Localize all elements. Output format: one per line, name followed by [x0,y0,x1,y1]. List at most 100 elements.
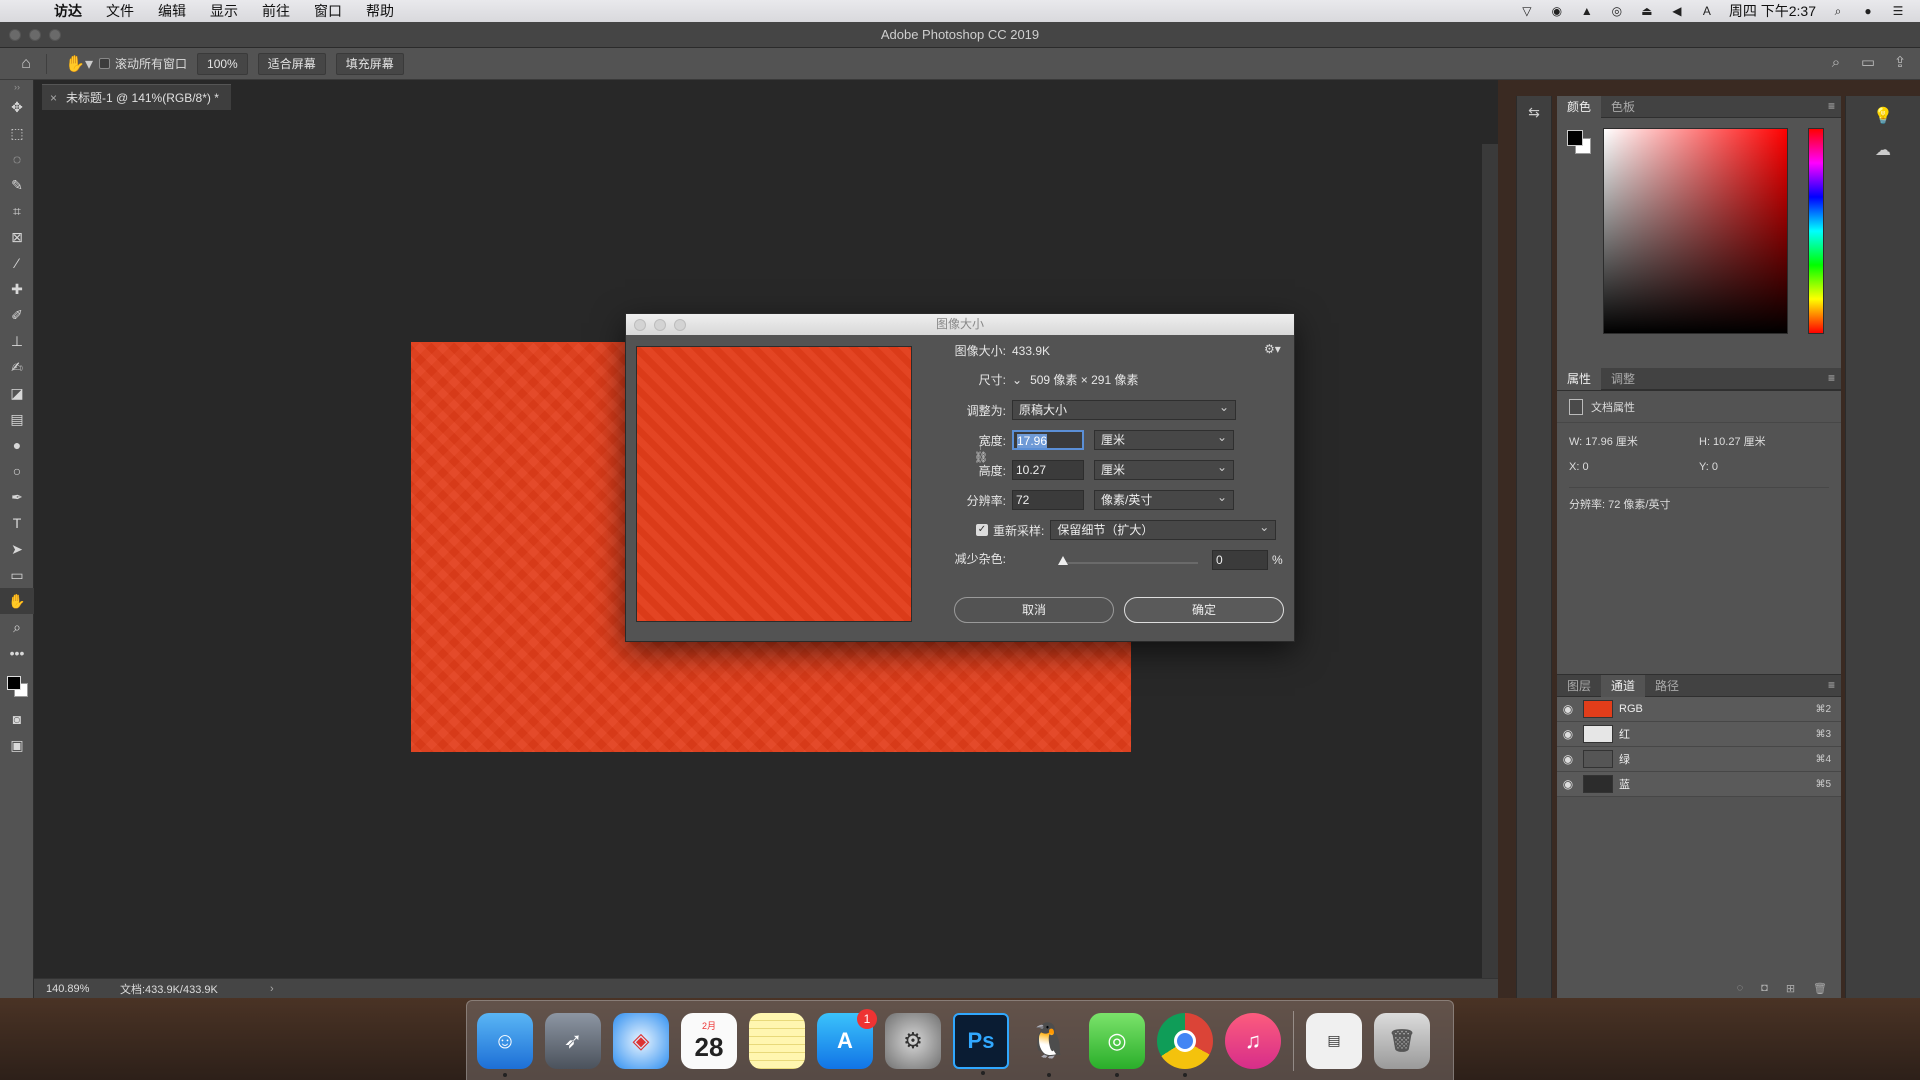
color-chips[interactable] [0,666,34,706]
menu-window[interactable]: 窗口 [302,1,354,21]
menu-clock[interactable]: 周四 下午2:37 [1729,1,1816,21]
eraser-tool-icon[interactable]: ◪ [0,380,34,406]
panel-foreground-chip[interactable] [1567,130,1583,146]
color-field[interactable] [1603,128,1788,334]
delete-channel-icon[interactable]: 🗑 [1813,982,1827,995]
panel-menu-icon[interactable]: ≡ [1828,99,1835,113]
volume-icon[interactable]: ◀ [1669,4,1685,18]
notification-center-icon[interactable]: ☰ [1890,4,1906,18]
launchpad-icon[interactable]: ➶ [545,1012,601,1069]
calendar-icon[interactable]: 2月 28 [681,1012,737,1069]
blur-tool-icon[interactable]: ● [0,432,34,458]
lasso-tool-icon[interactable]: ◌ [0,146,34,172]
menu-help[interactable]: 帮助 [354,1,406,21]
resample-select[interactable]: 保留细节（扩大） [1050,518,1277,540]
quick-mask-icon[interactable]: ◙ [0,706,34,732]
channel-row-blue[interactable]: ◉ 蓝 ⌘5 [1557,772,1841,797]
safari-icon[interactable]: ◈ [613,1012,669,1069]
downloads-stack-icon[interactable]: ▤ [1306,1012,1362,1069]
trash-icon[interactable]: 🗑 [1374,1012,1430,1069]
menu-go[interactable]: 前往 [250,1,302,21]
chrome-icon[interactable] [1157,1012,1213,1077]
reduce-noise-slider[interactable] [1058,556,1198,565]
document-tab[interactable]: × 未标题-1 @ 141%(RGB/8*) * [42,84,231,110]
resample-checkbox[interactable]: ✓ [976,524,988,536]
resolution-input[interactable]: 72 [1012,490,1084,510]
resolution-unit-select[interactable]: 像素/英寸 [1094,488,1234,510]
path-select-tool-icon[interactable]: ➤ [0,536,34,562]
image-preview[interactable] [636,346,912,622]
photoshop-icon[interactable]: Ps [953,1012,1009,1075]
pen-tool-icon[interactable]: ✒ [0,484,34,510]
width-input[interactable]: 17.96 [1012,430,1084,450]
type-tool-icon[interactable]: T [0,510,34,536]
channel-row-green[interactable]: ◉ 绿 ⌘4 [1557,747,1841,772]
cancel-button[interactable]: 取消 [954,597,1114,623]
status-zoom[interactable]: 140.89% [34,983,120,995]
visibility-eye-icon[interactable]: ◉ [1557,777,1579,791]
reduce-noise-input[interactable]: 0 [1212,550,1268,570]
siri-icon[interactable]: ● [1860,4,1876,18]
ok-button[interactable]: 确定 [1124,597,1284,623]
finder-icon[interactable]: ☺ [477,1012,533,1077]
workspace-icon[interactable]: ▭ [1858,53,1878,73]
new-channel-icon[interactable]: ⊞ [1786,982,1795,995]
qq-icon[interactable]: 🐧 [1021,1013,1077,1077]
stamp-tool-icon[interactable]: ⊥ [0,328,34,354]
tab-adjustments[interactable]: 调整 [1601,368,1645,390]
scroll-all-windows-checkbox[interactable] [99,58,110,69]
channel-row-red[interactable]: ◉ 红 ⌘3 [1557,722,1841,747]
panel-menu-icon[interactable]: ≡ [1828,371,1835,385]
zoom-window-button[interactable] [49,29,61,41]
dialog-minimize-button[interactable] [654,319,666,331]
frame-tool-icon[interactable]: ⊠ [0,224,34,250]
brush-tool-icon[interactable]: ✐ [0,302,34,328]
dimensions-dropdown-icon[interactable]: ⌄ [1012,373,1022,387]
tab-paths[interactable]: 路径 [1645,675,1689,697]
wechat-icon[interactable]: ◉ [1549,4,1565,18]
menu-finder[interactable]: 访达 [42,1,94,21]
tab-color[interactable]: 颜色 [1557,95,1602,118]
hue-slider[interactable] [1808,128,1824,334]
fill-screen-button[interactable]: 填充屏幕 [335,52,404,75]
toolbar-collapse-icon[interactable]: ›› [0,80,34,94]
notes-icon[interactable] [749,1012,805,1069]
tab-channels[interactable]: 通道 [1601,674,1646,697]
healing-brush-tool-icon[interactable]: ✚ [0,276,34,302]
menu-edit[interactable]: 编辑 [146,1,198,21]
channel-row-rgb[interactable]: ◉ RGB ⌘2 [1557,697,1841,722]
close-window-button[interactable] [9,29,21,41]
input-method-icon[interactable]: A [1699,4,1715,18]
zoom-tool-icon[interactable]: ⌕ [0,614,34,640]
visibility-eye-icon[interactable]: ◉ [1557,702,1579,716]
more-tools-icon[interactable]: ••• [0,640,34,666]
eject-icon[interactable]: ⏏ [1639,4,1655,18]
system-preferences-icon[interactable]: ⚙ [885,1012,941,1069]
eyedropper-tool-icon[interactable]: ⁄ [0,250,34,276]
dialog-zoom-button[interactable] [674,319,686,331]
history-brush-tool-icon[interactable]: ✍ [0,354,34,380]
spotlight-search-icon[interactable]: ⌕ [1830,4,1846,18]
history-panel-icon[interactable]: ⇆ [1524,104,1544,124]
hand-tool-icon[interactable]: ✋ [0,588,34,614]
tab-swatches[interactable]: 色板 [1601,96,1645,118]
tab-properties[interactable]: 属性 [1557,367,1602,390]
status-expand-icon[interactable]: › [270,983,274,995]
slider-knob[interactable] [1058,556,1068,565]
app-store-icon[interactable]: A1 [817,1008,877,1069]
load-selection-icon[interactable]: ◌ [1737,982,1744,994]
fit-screen-button[interactable]: 适合屏幕 [257,52,326,75]
zoom-100-button[interactable]: 100% [197,52,248,75]
bell-icon[interactable]: ▲ [1579,4,1595,18]
scroll-all-windows-option[interactable]: 滚动所有窗口 [99,55,187,72]
marquee-tool-icon[interactable]: ⬚ [0,120,34,146]
foreground-color-chip[interactable] [7,676,21,690]
settings-gear-icon[interactable]: ⚙▾ [1264,342,1281,356]
height-input[interactable]: 10.27 [1012,460,1084,480]
tab-layers[interactable]: 图层 [1557,675,1601,697]
visibility-eye-icon[interactable]: ◉ [1557,752,1579,766]
panel-menu-icon[interactable]: ≡ [1828,678,1835,692]
height-unit-select[interactable]: 厘米 [1094,458,1234,480]
close-tab-icon[interactable]: × [50,85,57,111]
vertical-scrollbar[interactable] [1482,144,1498,1010]
